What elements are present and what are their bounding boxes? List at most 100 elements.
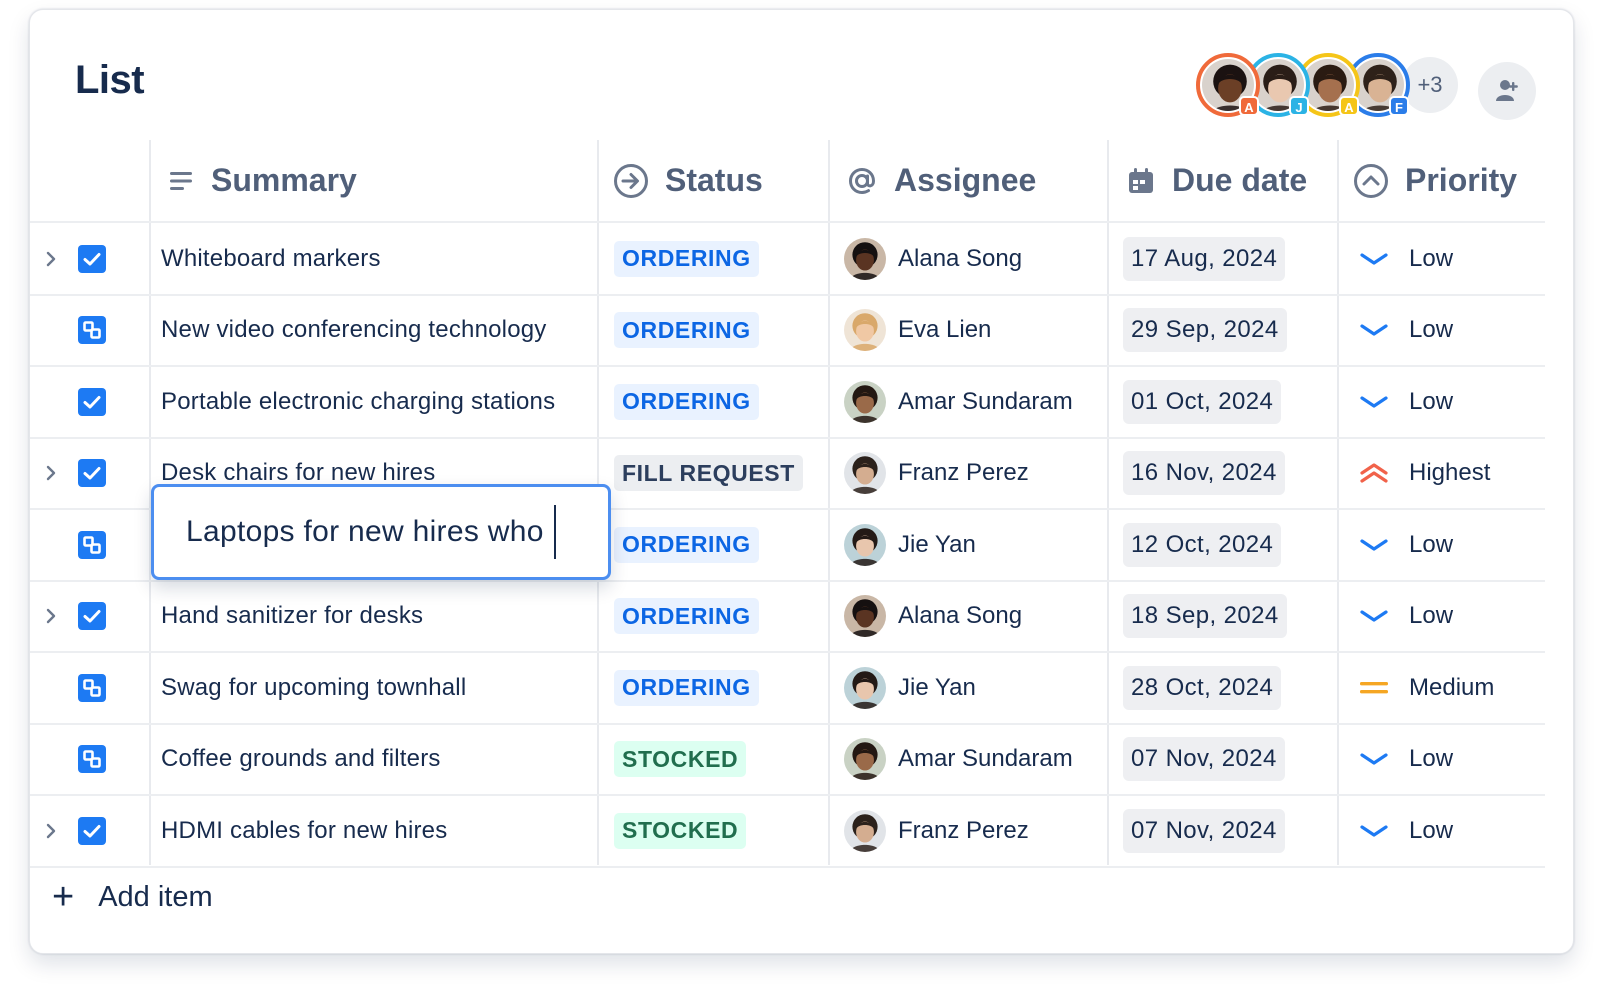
assignee-cell[interactable]: Alana Song [844, 223, 1022, 294]
due-date-cell[interactable]: 01 Oct, 2024 [1123, 366, 1282, 437]
at-sign-icon [848, 167, 876, 194]
status-lozenge[interactable]: ORDERING [614, 669, 759, 706]
priority-cell[interactable]: Low [1359, 581, 1453, 652]
priority-cell[interactable]: Low [1359, 509, 1453, 580]
priority-cell[interactable]: Low [1359, 295, 1453, 366]
table-row[interactable]: New video conferencing technology ORDERIN… [30, 295, 1545, 366]
status-cell[interactable]: ORDERING [614, 295, 759, 366]
due-date-cell[interactable]: 12 Oct, 2024 [1123, 509, 1282, 580]
summary-cell[interactable]: Portable electronic charging stations [161, 366, 555, 437]
list-card: List A J A F +3 Summary Status Assignee … [29, 9, 1574, 954]
due-date-cell[interactable]: 16 Nov, 2024 [1123, 438, 1285, 509]
table-row[interactable]: Whiteboard markers ORDERING Alana Song 17 A… [30, 223, 1545, 294]
status-lozenge[interactable]: STOCKED [614, 812, 747, 849]
expand-row-button[interactable] [44, 795, 58, 866]
status-cell[interactable]: ORDERING [614, 223, 759, 294]
status-lozenge[interactable]: ORDERING [614, 312, 759, 348]
status-lozenge[interactable]: STOCKED [614, 741, 747, 777]
table-row[interactable]: Hand sanitizer for desks ORDERING Alana So… [30, 581, 1545, 652]
status-lozenge[interactable]: ORDERING [614, 240, 759, 277]
task-checkbox[interactable] [78, 581, 108, 652]
summary-cell[interactable]: Whiteboard markers [161, 223, 381, 294]
status-lozenge[interactable]: ORDERING [614, 526, 759, 563]
table-row[interactable]: Portable electronic charging stations ORD… [30, 366, 1545, 437]
priority-low-icon [1360, 324, 1388, 336]
column-header-priority[interactable]: Priority [1353, 140, 1517, 221]
column-header-assignee[interactable]: Assignee [846, 140, 1036, 221]
priority-label: Low [1409, 244, 1454, 272]
summary-cell[interactable]: Hand sanitizer for desks [161, 581, 423, 652]
collaborator-avatar[interactable]: A [1196, 53, 1260, 117]
assignee-name: Jie Yan [898, 673, 976, 701]
status-lozenge[interactable]: FILL REQUEST [614, 455, 803, 491]
task-checkbox[interactable] [78, 223, 108, 294]
task-checkbox[interactable] [78, 366, 108, 437]
assignee-cell[interactable]: Amar Sundaram [844, 724, 1073, 795]
column-header-due-date[interactable]: Due date [1126, 140, 1307, 221]
assignee-cell[interactable]: Eva Lien [844, 295, 991, 366]
assignee-cell[interactable]: Amar Sundaram [844, 366, 1073, 437]
table-row[interactable]: Swag for upcoming townhall ORDERING Jie Ya… [30, 652, 1545, 723]
subtask-type-icon[interactable] [78, 509, 108, 580]
due-date-cell[interactable]: 17 Aug, 2024 [1123, 223, 1286, 294]
add-item-button[interactable]: + Add item [52, 873, 213, 921]
due-date-chip: 18 Sep, 2024 [1123, 594, 1287, 638]
due-date-chip: 01 Oct, 2024 [1123, 379, 1282, 424]
status-lozenge[interactable]: ORDERING [614, 383, 759, 420]
priority-label: Low [1409, 816, 1454, 844]
status-cell[interactable]: ORDERING [614, 581, 759, 652]
subtask-icon [78, 316, 106, 344]
status-cell[interactable]: STOCKED [614, 795, 747, 866]
summary-input-value[interactable]: Laptops for new hires who [186, 515, 544, 549]
subtask-type-icon[interactable] [78, 652, 108, 723]
task-checkbox[interactable] [78, 795, 108, 866]
summary-cell[interactable]: New video conferencing technology [161, 295, 547, 366]
status-lozenge[interactable]: ORDERING [614, 598, 759, 634]
priority-low-icon [1360, 395, 1388, 408]
priority-cell[interactable]: Low [1359, 724, 1453, 795]
summary-cell[interactable]: Swag for upcoming townhall [161, 652, 466, 723]
more-collaborators-badge[interactable]: +3 [1402, 57, 1458, 113]
subtask-type-icon[interactable] [78, 295, 108, 366]
due-date-cell[interactable]: 07 Nov, 2024 [1123, 724, 1285, 795]
summary-cell[interactable]: HDMI cables for new hires [161, 795, 447, 866]
due-date-cell[interactable]: 28 Oct, 2024 [1123, 652, 1282, 723]
priority-cell[interactable]: Medium [1359, 652, 1494, 723]
expand-row-button[interactable] [44, 223, 58, 294]
column-header-status[interactable]: Status [613, 140, 763, 221]
collaborator-avatars[interactable]: A J A F +3 [1196, 53, 1458, 117]
summary-inline-editor[interactable]: Laptops for new hires who [151, 484, 611, 580]
due-date-chip: 16 Nov, 2024 [1123, 451, 1285, 495]
status-cell[interactable]: STOCKED [614, 724, 747, 795]
table-row[interactable]: HDMI cables for new hires STOCKED Franz Pe… [30, 795, 1545, 866]
assignee-cell[interactable]: Jie Yan [844, 652, 976, 723]
assignee-name: Alana Song [898, 602, 1023, 629]
due-date-cell[interactable]: 07 Nov, 2024 [1123, 795, 1285, 866]
avatar [844, 237, 886, 280]
assignee-cell[interactable]: Alana Song [844, 581, 1022, 652]
status-cell[interactable]: ORDERING [614, 509, 759, 580]
status-cell[interactable]: FILL REQUEST [614, 438, 803, 509]
priority-cell[interactable]: Low [1359, 366, 1453, 437]
expand-row-button[interactable] [44, 438, 58, 509]
expand-row-button[interactable] [44, 581, 58, 652]
due-date-chip: 07 Nov, 2024 [1123, 737, 1285, 781]
assignee-cell[interactable]: Franz Perez [844, 795, 1029, 866]
column-header-summary[interactable]: Summary [169, 140, 357, 221]
assignee-cell[interactable]: Franz Perez [844, 438, 1029, 509]
status-cell[interactable]: ORDERING [614, 652, 759, 723]
due-date-cell[interactable]: 29 Sep, 2024 [1123, 295, 1287, 366]
due-date-cell[interactable]: 18 Sep, 2024 [1123, 581, 1287, 652]
table-row[interactable]: Coffee grounds and filters STOCKED Amar Su… [30, 724, 1545, 795]
avatar-initial-badge: A [1339, 96, 1359, 116]
assignee-cell[interactable]: Jie Yan [844, 509, 976, 580]
status-cell[interactable]: ORDERING [614, 366, 759, 437]
priority-cell[interactable]: Highest [1359, 438, 1490, 509]
avatar-initial-badge: J [1289, 96, 1309, 116]
task-checkbox[interactable] [78, 438, 108, 509]
priority-cell[interactable]: Low [1359, 223, 1453, 294]
subtask-type-icon[interactable] [78, 724, 108, 795]
priority-cell[interactable]: Low [1359, 795, 1453, 866]
invite-people-button[interactable] [1478, 62, 1536, 120]
summary-cell[interactable]: Coffee grounds and filters [161, 724, 441, 795]
